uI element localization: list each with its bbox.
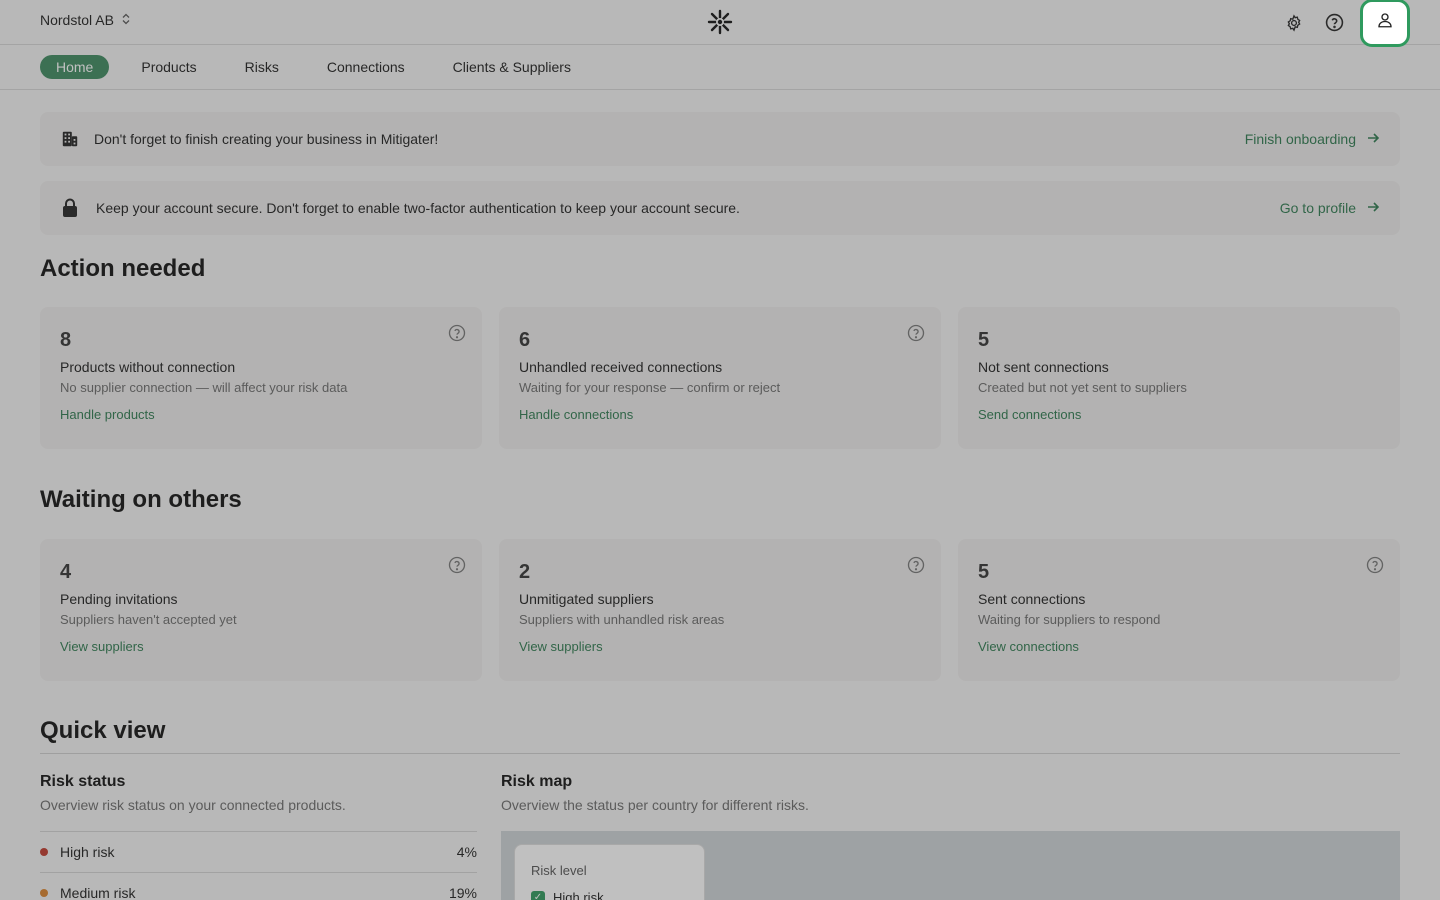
org-name: Nordstol AB	[40, 12, 114, 28]
tab-connections[interactable]: Connections	[311, 55, 421, 79]
card-title: Unhandled received connections	[519, 359, 723, 375]
card-count: 8	[60, 329, 72, 351]
waiting-on-others-title: Waiting on others	[40, 486, 242, 513]
help-circle-icon[interactable]	[1320, 9, 1348, 37]
card-description: Waiting for your response — confirm or r…	[519, 380, 781, 395]
risk-map-title: Risk map	[501, 773, 573, 790]
onboarding-banner-text: Don't forget to finish creating your bus…	[94, 131, 439, 147]
risk-map-description: Overview the status per country for diff…	[501, 797, 809, 813]
user-icon	[1376, 11, 1394, 34]
tab-risks[interactable]: Risks	[229, 55, 295, 79]
risk-label: High risk	[60, 843, 115, 860]
help-circle-icon[interactable]	[907, 324, 925, 342]
card-pending-invitations: 4 Pending invitations Suppliers haven't …	[40, 539, 482, 681]
card-description: Suppliers haven't accepted yet	[60, 612, 237, 627]
risk-label: Medium risk	[60, 884, 136, 900]
card-count: 5	[978, 561, 990, 583]
view-suppliers-link[interactable]: View suppliers	[519, 639, 603, 654]
risk-dot	[40, 847, 48, 856]
card-description: Suppliers with unhandled risk areas	[519, 612, 725, 627]
arrow-right-icon	[1366, 131, 1380, 148]
help-circle-icon[interactable]	[448, 556, 466, 574]
risk-map[interactable]: Risk level ✓ High risk	[501, 831, 1400, 900]
top-bar: Nordstol AB	[0, 0, 1440, 47]
card-title: Sent connections	[978, 591, 1086, 607]
card-description: No supplier connection — will affect you…	[60, 380, 348, 395]
quick-view-title: Quick view	[40, 717, 166, 744]
card-sent-connections: 5 Sent connections Waiting for suppliers…	[958, 539, 1400, 681]
starburst-logo-icon[interactable]	[706, 8, 734, 36]
gear-icon[interactable]	[1280, 9, 1308, 37]
card-description: Waiting for suppliers to respond	[978, 612, 1161, 627]
risk-row-medium[interactable]: Medium risk 19%	[40, 872, 477, 900]
risk-status-description: Overview risk status on your connected p…	[40, 797, 346, 813]
finish-onboarding-link[interactable]: Finish onboarding	[1245, 131, 1380, 148]
legend-item-high-risk[interactable]: ✓ High risk	[531, 890, 688, 900]
go-to-profile-link[interactable]: Go to profile	[1280, 200, 1380, 217]
card-not-sent-connections: 5 Not sent connections Created but not y…	[958, 307, 1400, 449]
card-title: Not sent connections	[978, 359, 1109, 375]
legend-item-label: High risk	[553, 890, 604, 900]
card-count: 2	[519, 561, 531, 583]
tab-clients-suppliers[interactable]: Clients & Suppliers	[437, 55, 587, 79]
card-title: Pending invitations	[60, 591, 178, 607]
card-products-without-connection: 8 Products without connection No supplie…	[40, 307, 482, 449]
card-title: Unmitigated suppliers	[519, 591, 654, 607]
card-unhandled-received-connections: 6 Unhandled received connections Waiting…	[499, 307, 941, 449]
org-switcher[interactable]: Nordstol AB	[40, 12, 130, 28]
risk-map-legend: Risk level ✓ High risk	[514, 844, 705, 900]
help-circle-icon[interactable]	[448, 324, 466, 342]
finish-onboarding-label: Finish onboarding	[1244, 131, 1356, 147]
card-description: Created but not yet sent to suppliers	[978, 380, 1187, 395]
view-suppliers-link[interactable]: View suppliers	[60, 639, 144, 654]
card-unmitigated-suppliers: 2 Unmitigated suppliers Suppliers with u…	[499, 539, 941, 681]
card-count: 4	[60, 561, 72, 583]
handle-connections-link[interactable]: Handle connections	[519, 407, 633, 422]
lock-icon	[60, 198, 80, 218]
card-count: 6	[519, 329, 531, 351]
checkbox-checked-icon[interactable]: ✓	[531, 890, 545, 900]
send-connections-link[interactable]: Send connections	[978, 407, 1081, 422]
action-needed-title: Action needed	[40, 255, 206, 282]
risk-value: 4%	[456, 843, 477, 860]
security-banner: Keep your account secure. Don't forget t…	[40, 181, 1400, 235]
top-actions	[1280, 0, 1410, 47]
page: Nordstol AB Home Products Risks Connecti…	[0, 0, 1440, 900]
tab-home[interactable]: Home	[40, 55, 110, 79]
card-title: Products without connection	[60, 359, 236, 375]
risk-dot	[40, 888, 48, 897]
handle-products-link[interactable]: Handle products	[60, 407, 155, 422]
view-connections-link[interactable]: View connections	[978, 639, 1079, 654]
up-down-chevron-icon	[122, 13, 130, 28]
risk-value: 19%	[448, 884, 477, 900]
risk-row-high[interactable]: High risk 4%	[40, 831, 477, 871]
help-circle-icon[interactable]	[1366, 556, 1384, 574]
security-banner-text: Keep your account secure. Don't forget t…	[96, 200, 740, 216]
risk-status-title: Risk status	[40, 773, 126, 790]
building-icon	[60, 129, 80, 149]
legend-title: Risk level	[531, 863, 587, 878]
go-to-profile-label: Go to profile	[1279, 200, 1356, 216]
profile-button[interactable]	[1360, 0, 1410, 47]
tab-products[interactable]: Products	[125, 55, 212, 79]
arrow-right-icon	[1366, 200, 1380, 217]
main-nav: Home Products Risks Connections Clients …	[0, 45, 1440, 90]
help-circle-icon[interactable]	[907, 556, 925, 574]
onboarding-banner: Don't forget to finish creating your bus…	[40, 112, 1400, 166]
card-count: 5	[978, 329, 990, 351]
quick-view-divider	[40, 753, 1400, 754]
